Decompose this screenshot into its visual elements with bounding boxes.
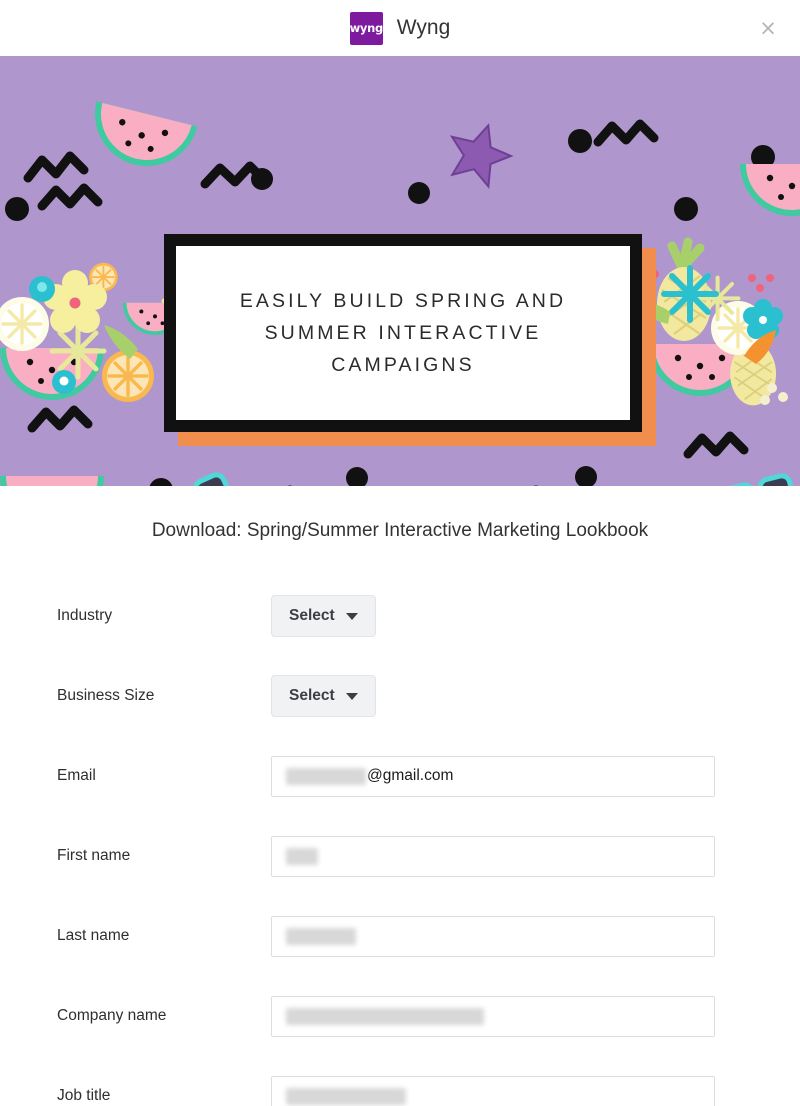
- close-icon[interactable]: ×: [754, 14, 782, 42]
- control-industry: Select: [271, 595, 743, 637]
- label-first-name: First name: [57, 847, 131, 864]
- label-job-title: Job title: [57, 1087, 111, 1104]
- wyng-logo-text: wyng: [349, 21, 384, 35]
- hero-title: EASILY BUILD SPRING AND SUMMER INTERACTI…: [239, 289, 567, 377]
- industry-select[interactable]: Select: [271, 595, 376, 637]
- field-row-email: Email @gmail.com: [0, 736, 800, 816]
- field-row-job-title: Job title: [0, 1056, 800, 1106]
- field-row-company-name: Company name: [0, 976, 800, 1056]
- control-company-name: [271, 995, 743, 1037]
- hero-card: EASILY BUILD SPRING AND SUMMER INTERACTI…: [164, 234, 642, 432]
- control-business-size: Select: [271, 675, 743, 717]
- first-name-field[interactable]: [271, 835, 715, 877]
- redacted-value: [286, 1007, 484, 1025]
- industry-select-value: Select: [289, 607, 335, 624]
- business-size-select[interactable]: Select: [271, 675, 376, 717]
- label-email: Email: [57, 767, 96, 784]
- control-last-name: [271, 915, 743, 957]
- control-job-title: [271, 1075, 743, 1106]
- email-value: @gmail.com: [286, 767, 453, 785]
- field-row-industry: Industry Select: [0, 576, 800, 656]
- hero-card-inner: EASILY BUILD SPRING AND SUMMER INTERACTI…: [176, 246, 630, 420]
- label-last-name: Last name: [57, 927, 130, 944]
- chevron-down-icon: [345, 612, 358, 620]
- email-field[interactable]: @gmail.com: [271, 755, 715, 797]
- hero-banner: EASILY BUILD SPRING AND SUMMER INTERACTI…: [0, 56, 800, 486]
- brand-name: Wyng: [396, 16, 451, 39]
- last-name-field[interactable]: [271, 915, 715, 957]
- redacted-value: [286, 1087, 406, 1105]
- control-first-name: [271, 835, 743, 877]
- brand: wyng Wyng: [349, 11, 451, 45]
- field-row-first-name: First name: [0, 816, 800, 896]
- chevron-down-icon: [345, 692, 358, 700]
- label-business-size: Business Size: [57, 687, 155, 704]
- label-company-name: Company name: [57, 1007, 167, 1024]
- form-section: Download: Spring/Summer Interactive Mark…: [0, 486, 800, 1106]
- form-title: Download: Spring/Summer Interactive Mark…: [151, 520, 649, 541]
- redacted-value: [286, 927, 356, 945]
- control-email: @gmail.com: [271, 755, 743, 797]
- company-name-field[interactable]: [271, 995, 715, 1037]
- job-title-field[interactable]: [271, 1075, 715, 1106]
- business-size-select-value: Select: [289, 687, 335, 704]
- modal-header: wyng Wyng ×: [0, 0, 800, 56]
- email-domain: @gmail.com: [367, 767, 454, 784]
- wyng-logo-icon: wyng: [349, 11, 384, 45]
- field-row-business-size: Business Size Select: [0, 656, 800, 736]
- field-row-last-name: Last name: [0, 896, 800, 976]
- redacted-value: [286, 767, 366, 785]
- label-industry: Industry: [57, 607, 113, 624]
- redacted-value: [286, 847, 318, 865]
